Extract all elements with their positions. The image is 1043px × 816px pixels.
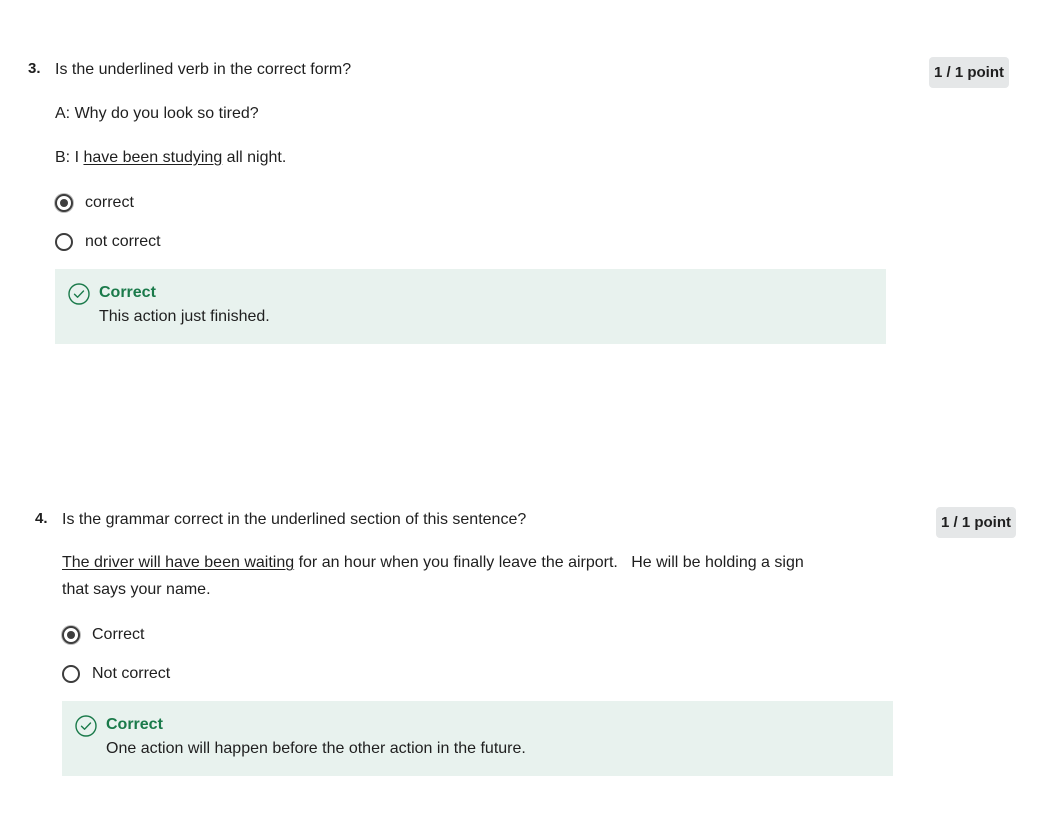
feedback-box: Correct This action just finished. <box>55 269 886 344</box>
question-number: 3. <box>28 60 41 77</box>
radio-selected-icon[interactable] <box>55 194 73 212</box>
question-number: 4. <box>35 510 48 527</box>
question-body: Is the grammar correct in the underlined… <box>62 510 922 776</box>
option-not-correct[interactable]: not correct <box>55 230 161 254</box>
feedback-text: One action will happen before the other … <box>106 740 526 757</box>
feedback-text: This action just finished. <box>99 308 270 325</box>
feedback-title: Correct <box>99 284 156 301</box>
option-label: Correct <box>92 626 145 643</box>
option-label: correct <box>85 194 134 211</box>
dialogue-line-b: B: I have been studying all night. <box>55 148 286 168</box>
check-circle-icon <box>75 715 97 737</box>
feedback-box: Correct One action will happen before th… <box>62 701 893 776</box>
points-badge: 1 / 1 point <box>929 57 1010 88</box>
underlined-verb: have been studying <box>83 149 223 166</box>
underlined-section: The driver will have been waiting <box>62 554 295 571</box>
dialogue-b-suffix: all night. <box>222 149 287 166</box>
dialogue-b-prefix: B: I <box>55 149 84 166</box>
option-correct[interactable]: correct <box>55 191 134 215</box>
check-circle-icon <box>68 283 90 305</box>
option-correct[interactable]: Correct <box>62 623 144 647</box>
question-prompt: Is the grammar correct in the underlined… <box>62 511 527 528</box>
question-sentence: The driver will have been waiting for an… <box>62 549 807 603</box>
option-label: Not correct <box>92 665 171 682</box>
radio-selected-icon[interactable] <box>62 626 80 644</box>
option-not-correct[interactable]: Not correct <box>62 662 170 686</box>
feedback-title: Correct <box>106 716 163 733</box>
dialogue-line-a: A: Why do you look so tired? <box>55 105 259 122</box>
points-badge: 1 / 1 point <box>936 507 1017 538</box>
option-label: not correct <box>85 233 161 250</box>
radio-unselected-icon[interactable] <box>62 665 80 683</box>
question-prompt: Is the underlined verb in the correct fo… <box>55 61 352 78</box>
question-body: Is the underlined verb in the correct fo… <box>55 60 915 344</box>
radio-unselected-icon[interactable] <box>55 233 73 251</box>
